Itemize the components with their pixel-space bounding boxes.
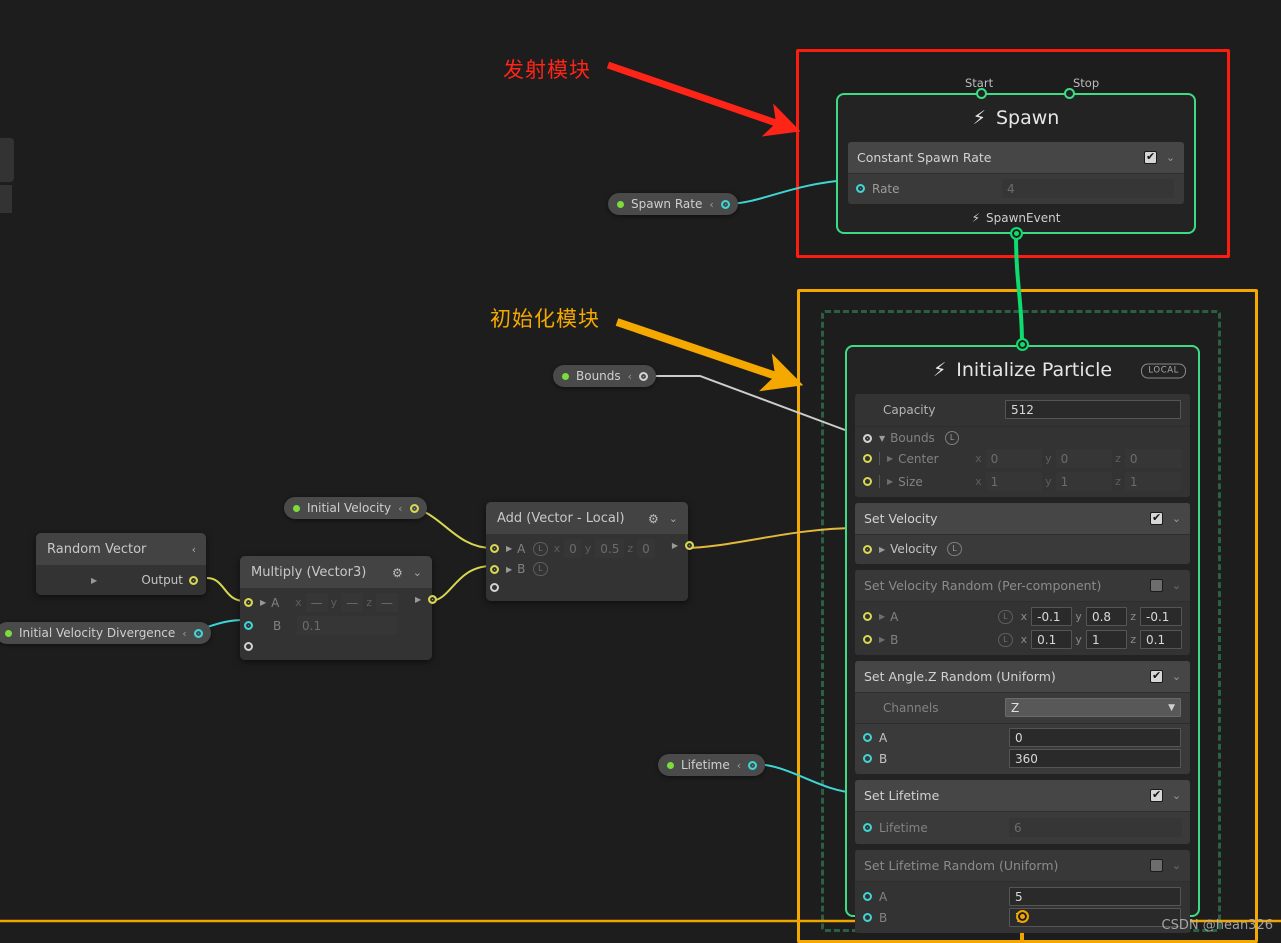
annotation-arrows [606,61,804,392]
watermark: CSDN @hean326 [1161,918,1273,933]
vfx-graph-canvas[interactable]: 发射模块 初始化模块 Start Stop ⚡ Spawn Constant S… [0,0,1281,943]
